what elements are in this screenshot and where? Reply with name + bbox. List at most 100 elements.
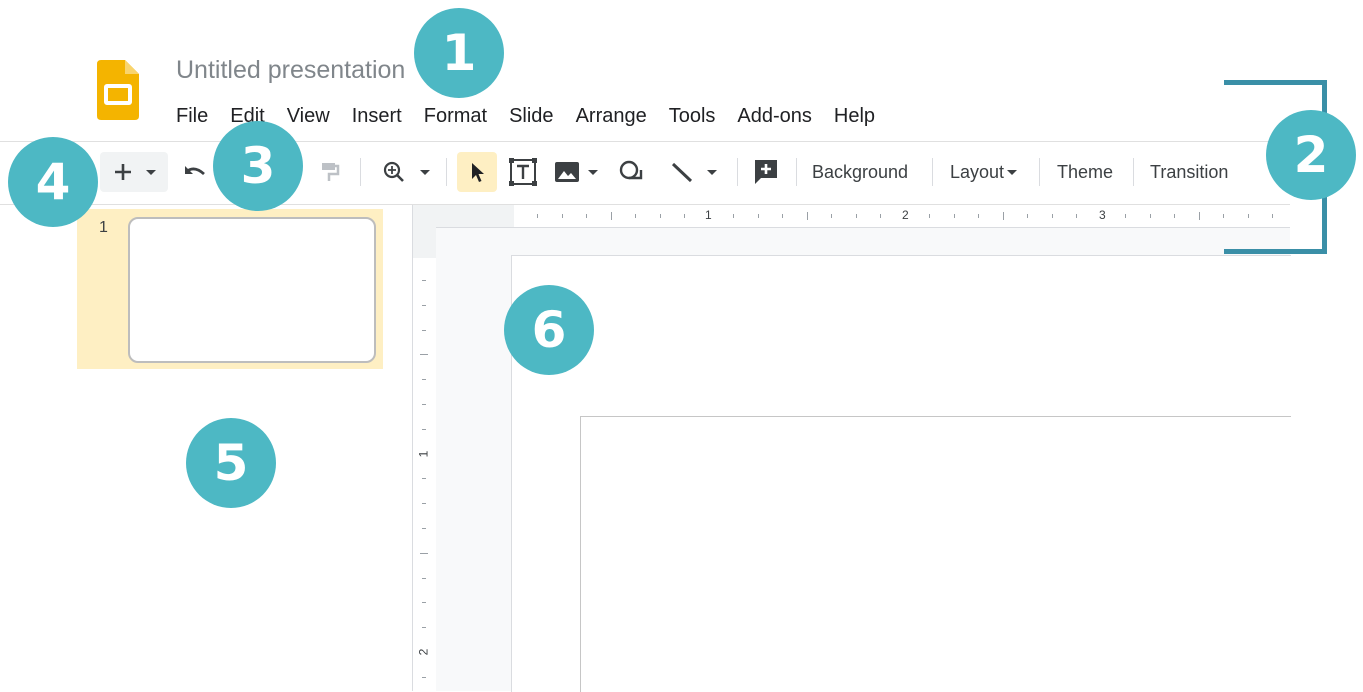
transition-button[interactable]: Transition xyxy=(1150,152,1228,192)
toolbar: Background Layout Theme Transition xyxy=(0,152,1290,192)
callout-4: 4 xyxy=(8,137,98,227)
header-divider xyxy=(0,141,1290,142)
image-icon xyxy=(555,162,579,182)
ruler-tick xyxy=(422,528,426,529)
add-comment-icon xyxy=(755,160,777,184)
textbox-icon xyxy=(509,158,537,186)
menu-arrange[interactable]: Arrange xyxy=(565,101,658,131)
shape-button[interactable] xyxy=(614,152,648,192)
toolbar-separator xyxy=(1039,158,1040,186)
layout-button[interactable]: Layout xyxy=(950,152,1018,192)
ruler-tick xyxy=(537,214,538,218)
ruler-tick xyxy=(422,280,426,281)
ruler-tick xyxy=(953,214,955,218)
ruler-tick xyxy=(855,214,857,218)
ruler-tick xyxy=(757,214,759,218)
callout-6: 6 xyxy=(504,285,594,375)
line-button[interactable] xyxy=(662,152,724,192)
toolbar-separator xyxy=(737,158,738,186)
callout-2: 2 xyxy=(1266,110,1356,200)
ruler-tick xyxy=(610,212,612,220)
menu-slide[interactable]: Slide xyxy=(498,101,564,131)
insert-image-button[interactable] xyxy=(548,152,604,192)
select-tool-button[interactable] xyxy=(457,152,497,192)
ruler-corner xyxy=(413,205,436,258)
callout-3: 3 xyxy=(213,121,303,211)
ruler-tick xyxy=(733,214,734,218)
ruler-tick xyxy=(420,552,428,554)
toolbar-separator xyxy=(796,158,797,186)
toolbar-separator xyxy=(360,158,361,186)
ruler-tick xyxy=(1198,212,1200,220)
ruler-tick xyxy=(1125,214,1126,218)
ruler-tick xyxy=(1027,214,1028,218)
callout-1: 1 xyxy=(414,8,504,98)
theme-button[interactable]: Theme xyxy=(1057,152,1113,192)
ruler-tick xyxy=(806,212,808,220)
ruler-tick xyxy=(1174,214,1175,218)
chevron-down-icon xyxy=(588,169,598,175)
ruler-label: 1 xyxy=(705,208,712,222)
undo-icon xyxy=(185,166,205,176)
ruler-tick xyxy=(422,478,426,480)
menu-tools[interactable]: Tools xyxy=(658,101,727,131)
chevron-down-icon xyxy=(146,169,156,175)
ruler-tick xyxy=(635,214,636,218)
slide-number: 1 xyxy=(99,219,108,236)
toolbar-separator xyxy=(446,158,447,186)
horizontal-ruler[interactable]: 1 2 3 xyxy=(436,205,1290,228)
menu-insert[interactable]: Insert xyxy=(341,101,413,131)
paint-format-icon xyxy=(322,163,340,181)
add-comment-button[interactable] xyxy=(750,152,782,192)
callout-5: 5 xyxy=(186,418,276,508)
ruler-tick xyxy=(684,214,685,218)
document-title[interactable]: Untitled presentation xyxy=(176,56,405,85)
new-slide-button[interactable] xyxy=(100,152,168,192)
layout-label: Layout xyxy=(950,161,1005,182)
text-placeholder[interactable] xyxy=(580,416,1291,692)
line-icon xyxy=(671,162,693,183)
background-button[interactable]: Background xyxy=(812,152,908,192)
menu-view[interactable]: View xyxy=(276,101,341,131)
ruler-tick xyxy=(1149,214,1151,218)
cursor-icon xyxy=(472,163,484,182)
ruler-label: 2 xyxy=(902,208,909,222)
ruler-tick xyxy=(422,379,426,381)
shape-icon xyxy=(619,160,643,180)
menu-addons[interactable]: Add-ons xyxy=(726,101,823,131)
google-slides-logo[interactable] xyxy=(97,60,139,120)
ruler-tick xyxy=(929,214,930,218)
vertical-ruler[interactable]: 12 xyxy=(413,258,435,691)
slide-thumbnail[interactable] xyxy=(128,217,376,363)
chevron-down-icon xyxy=(1007,169,1018,175)
ruler-label: 1 xyxy=(416,450,431,458)
ruler-tick xyxy=(422,602,426,604)
ruler-tick xyxy=(1002,212,1004,220)
zoom-icon xyxy=(383,161,404,182)
zoom-button[interactable] xyxy=(374,152,438,192)
ruler-tick xyxy=(659,214,661,218)
textbox-button[interactable] xyxy=(505,152,541,192)
ruler-tick xyxy=(561,214,563,218)
chevron-down-icon xyxy=(707,169,717,175)
ruler-tick xyxy=(422,503,426,505)
undo-button[interactable] xyxy=(178,152,212,192)
ruler-label: 2 xyxy=(416,648,431,656)
menu-help[interactable]: Help xyxy=(823,101,886,131)
toolbar-separator xyxy=(932,158,933,186)
ruler-tick xyxy=(420,354,428,356)
ruler-tick xyxy=(978,214,979,218)
ruler-tick xyxy=(422,404,426,405)
plus-icon xyxy=(115,164,131,180)
menu-format[interactable]: Format xyxy=(413,101,498,131)
menu-file[interactable]: File xyxy=(165,101,219,131)
ruler-tick xyxy=(422,676,426,678)
ruler-tick xyxy=(422,627,426,629)
paint-format-button[interactable] xyxy=(312,152,346,192)
ruler-label: 3 xyxy=(1099,208,1106,222)
ruler-tick xyxy=(422,428,426,430)
chevron-down-icon xyxy=(420,169,430,175)
toolbar-separator xyxy=(1133,158,1134,186)
ruler-tick xyxy=(422,329,426,331)
ruler-tick xyxy=(586,214,587,218)
